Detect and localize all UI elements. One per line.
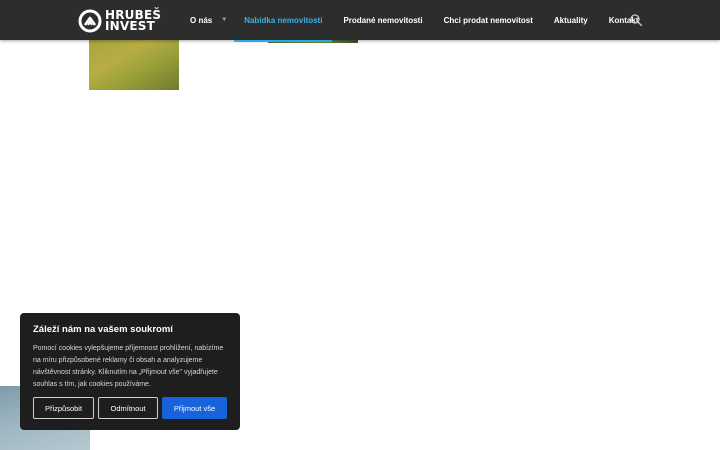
site-logo[interactable]: HRUBEŠ INVEST: [78, 8, 161, 34]
nav-item-label: Prodané nemovitosti: [343, 15, 423, 25]
reject-button[interactable]: Odmítnout: [98, 397, 158, 419]
property-photo-grass[interactable]: [89, 40, 179, 90]
nav-item-label: Aktuality: [553, 15, 588, 25]
site-header: HRUBEŠ INVEST O nás ▼ Nabídka nemovitost…: [0, 0, 720, 42]
cookie-banner-title: Záleží nám na vašem soukromí: [33, 324, 173, 335]
search-icon[interactable]: [629, 13, 643, 27]
cookie-consent-banner: Záleží nám na vašem soukromí Pomocí cook…: [20, 313, 240, 430]
nav-item-label: Chci prodat nemovitost: [443, 15, 533, 25]
logo-mark-icon: [78, 9, 102, 33]
nav-item-label: Nabídka nemovitostí: [244, 15, 323, 25]
cookie-button-group: Přizpůsobit Odmítnout Přijmout vše: [33, 397, 227, 419]
logo-line-2: INVEST: [105, 19, 156, 33]
cookie-banner-text: Pomocí cookies vylepšujeme příjemnost pr…: [33, 345, 224, 388]
nav-item-chci-prodat[interactable]: Chci prodat nemovitost: [444, 0, 533, 40]
page: HRUBEŠ INVEST O nás ▼ Nabídka nemovitost…: [0, 0, 720, 450]
nav-item-prodane-nemovitosti[interactable]: Prodané nemovitosti: [343, 0, 422, 40]
nav-item-aktuality[interactable]: Aktuality: [554, 0, 588, 40]
nav-item-label: O nás: [190, 15, 213, 25]
logo-text: HRUBEŠ INVEST: [105, 9, 161, 33]
nav-item-o-nas[interactable]: O nás ▼: [190, 0, 227, 40]
accept-all-button[interactable]: Přijmout vše: [162, 397, 227, 419]
chevron-down-icon[interactable]: ▼: [221, 17, 227, 23]
main-nav: O nás ▼ Nabídka nemovitostí Prodané nemo…: [190, 0, 638, 42]
customize-button[interactable]: Přizpůsobit: [33, 397, 94, 419]
nav-item-nabidka-nemovitosti[interactable]: Nabídka nemovitostí: [234, 0, 333, 42]
